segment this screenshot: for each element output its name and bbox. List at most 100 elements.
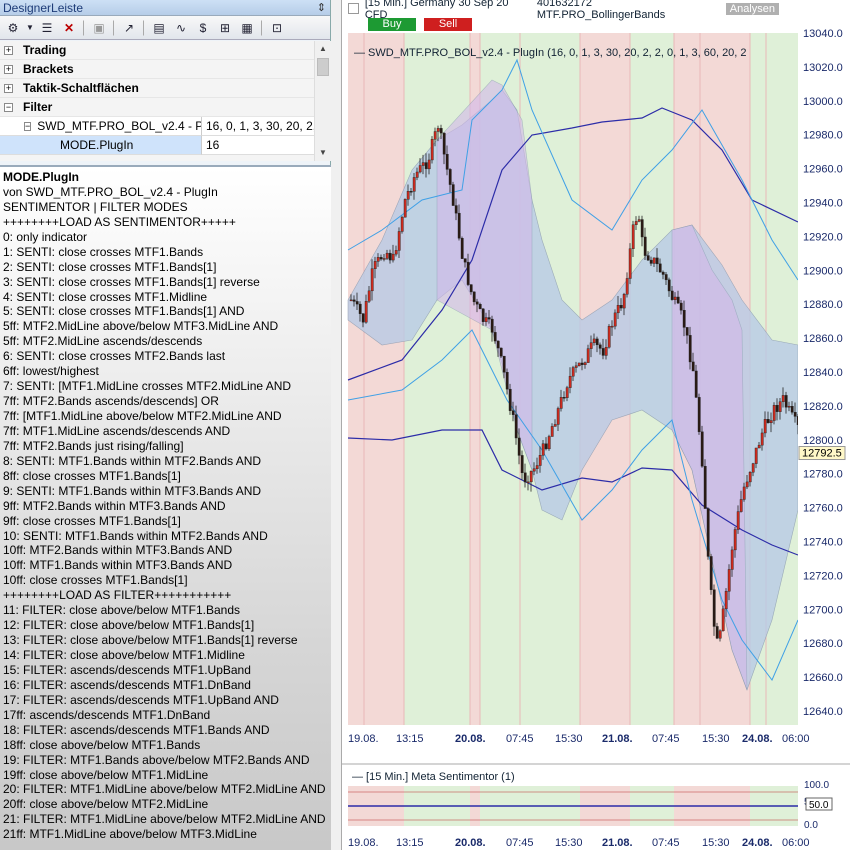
candle bbox=[667, 279, 671, 292]
help-line: 7: SENTI: [MTF1.MidLine crosses MTF2.Mid… bbox=[3, 379, 292, 394]
print-icon[interactable]: ▤ bbox=[149, 19, 169, 37]
candle bbox=[403, 199, 407, 218]
candle bbox=[586, 348, 590, 363]
price-chart[interactable]: — SWD_MTF.PRO_BOL_v2.4 - PlugIn (16, 0, … bbox=[342, 0, 850, 850]
help-line: 9ff: MTF2.Bands within MTF3.Bands AND bbox=[3, 498, 226, 513]
candle bbox=[559, 397, 563, 409]
panel-title: DesignerLeiste bbox=[3, 1, 84, 15]
tree-item-trading[interactable]: + Trading bbox=[0, 41, 314, 60]
list-icon[interactable]: ☰ bbox=[37, 19, 57, 37]
candle bbox=[391, 253, 395, 261]
candle bbox=[733, 529, 737, 551]
expand-icon[interactable]: + bbox=[4, 45, 13, 55]
price-tick-label: 12820.0 bbox=[803, 401, 843, 413]
help-line: 9: SENTI: MTF1.Bands within MTF3.Bands A… bbox=[3, 483, 262, 498]
tree-item-label: Trading bbox=[23, 43, 67, 57]
candle bbox=[637, 219, 641, 222]
prop-row-plugin[interactable]: −SWD_MTF.PRO_BOL_v2.4 - PlugIn 16, 0, 1,… bbox=[0, 117, 314, 136]
tree-scrollbar[interactable]: ▲ ▼ bbox=[314, 41, 331, 161]
currency-icon[interactable]: $ bbox=[193, 19, 213, 37]
toolbar-separator bbox=[113, 19, 115, 36]
candle bbox=[481, 308, 485, 322]
scroll-up-icon[interactable]: ▲ bbox=[315, 41, 331, 57]
clipboard-icon[interactable]: ▣ bbox=[89, 19, 109, 37]
candle bbox=[598, 344, 602, 349]
help-line: 12: FILTER: close above/below MTF1.Bands… bbox=[3, 618, 255, 633]
table-icon[interactable]: ▦ bbox=[237, 19, 257, 37]
candle bbox=[448, 169, 452, 185]
candle bbox=[679, 302, 683, 311]
candle bbox=[751, 463, 755, 473]
candle bbox=[421, 162, 425, 166]
chart-settings-icon[interactable]: ⚙ bbox=[3, 19, 23, 37]
candle bbox=[760, 432, 764, 446]
sentimentor-time-tick: 07:45 bbox=[506, 837, 534, 849]
sentimentor-time-tick: 20.08. bbox=[455, 837, 486, 849]
candle bbox=[493, 332, 497, 342]
chart-line-icon[interactable]: ↗ bbox=[119, 19, 139, 37]
candle bbox=[547, 436, 551, 450]
prop-value-input[interactable]: 16 bbox=[202, 136, 314, 155]
candle bbox=[655, 257, 659, 265]
candle bbox=[577, 362, 581, 367]
dropdown-arrow-icon[interactable]: ▼ bbox=[25, 19, 35, 37]
candle bbox=[532, 468, 536, 472]
expand-icon[interactable]: + bbox=[4, 64, 13, 74]
candle bbox=[352, 299, 356, 302]
candle bbox=[418, 165, 422, 173]
delete-icon[interactable]: ✕ bbox=[59, 19, 79, 37]
prop-row-mode[interactable]: MODE.PlugIn 16 bbox=[0, 136, 314, 155]
candle bbox=[706, 508, 710, 557]
candle bbox=[580, 362, 584, 365]
trend-icon[interactable]: ∿ bbox=[171, 19, 191, 37]
candle bbox=[643, 236, 647, 256]
collapse-icon[interactable]: − bbox=[4, 102, 13, 112]
collapse-icon[interactable]: − bbox=[24, 121, 32, 131]
help-line: 7ff: [MTF1.MidLine above/below MTF2.MidL… bbox=[3, 409, 282, 423]
help-line: 3: SENTI: close crosses MTF1.Bands[1] re… bbox=[3, 274, 260, 289]
help-line: 21: FILTER: MTF1.MidLine above/below MTF… bbox=[3, 812, 326, 827]
candle bbox=[616, 305, 620, 314]
sentimentor-time-tick: 13:15 bbox=[396, 837, 424, 849]
tree-item-brackets[interactable]: + Brackets bbox=[0, 60, 314, 79]
scroll-thumb[interactable] bbox=[317, 58, 329, 76]
candle bbox=[613, 312, 617, 327]
candle bbox=[358, 303, 362, 314]
help-line: SENTIMENTOR | FILTER MODES bbox=[3, 199, 188, 214]
help-text: MODE.PlugIn von SWD_MTF.PRO_BOL_v2.4 - P… bbox=[0, 165, 331, 850]
time-tick-label: 24.08. bbox=[742, 733, 773, 745]
candle bbox=[793, 412, 797, 417]
candle bbox=[349, 299, 353, 302]
sentiment-zone-red bbox=[364, 33, 404, 725]
last-price-label: 12792.5 bbox=[802, 448, 842, 460]
scroll-down-icon[interactable]: ▼ bbox=[315, 145, 331, 161]
tree-item-tactics[interactable]: + Taktik-Schaltflächen bbox=[0, 79, 314, 98]
indicator-icon[interactable]: ⊞ bbox=[215, 19, 235, 37]
candle bbox=[565, 387, 569, 398]
toolbar-separator bbox=[261, 19, 263, 36]
candle bbox=[454, 205, 458, 214]
help-line: ++++++++LOAD AS FILTER+++++++++++ bbox=[3, 588, 232, 603]
candle bbox=[463, 258, 467, 263]
pin-icon[interactable]: ⇕ bbox=[317, 0, 326, 16]
candle bbox=[748, 471, 752, 483]
tree-item-filter[interactable]: − Filter bbox=[0, 98, 314, 117]
price-tick-label: 13020.0 bbox=[803, 62, 843, 74]
sentimentor-value: 50.0 bbox=[809, 800, 829, 811]
candle bbox=[520, 455, 524, 474]
candle bbox=[427, 159, 431, 170]
expand-icon[interactable]: + bbox=[4, 83, 13, 93]
candle bbox=[538, 455, 542, 466]
help-line: 20ff: close above/below MTF2.MidLine bbox=[3, 797, 209, 812]
price-tick-label: 12740.0 bbox=[803, 537, 843, 549]
candle bbox=[424, 162, 428, 170]
candle bbox=[694, 370, 698, 398]
prop-value[interactable]: 16, 0, 1, 3, 30, 20, 2, 2, 0, 1, 3, 60, … bbox=[202, 117, 314, 136]
price-tick-label: 12900.0 bbox=[803, 265, 843, 277]
price-tick-label: 12940.0 bbox=[803, 198, 843, 210]
candle bbox=[778, 401, 782, 412]
candle bbox=[625, 278, 629, 295]
export-icon[interactable]: ⊡ bbox=[267, 19, 287, 37]
candle bbox=[544, 443, 548, 450]
candle bbox=[721, 608, 725, 631]
